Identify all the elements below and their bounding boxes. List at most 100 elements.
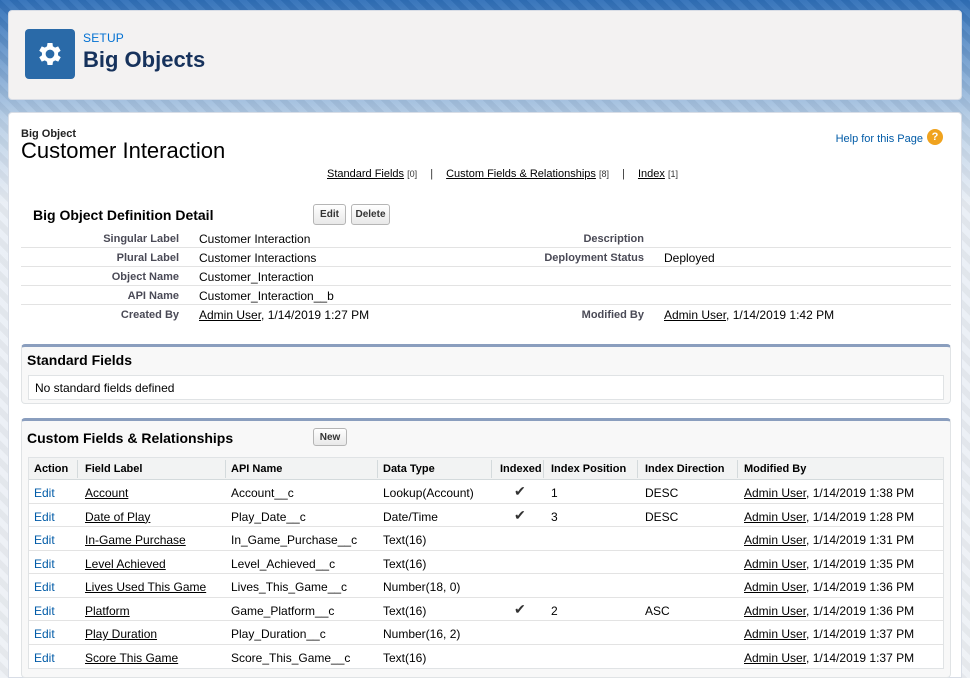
standard-fields-title: Standard Fields xyxy=(27,352,133,368)
page-header: SETUP Big Objects xyxy=(8,10,962,100)
setup-breadcrumb[interactable]: SETUP xyxy=(83,31,124,45)
object-name-label: Object Name xyxy=(111,271,179,283)
edit-link[interactable]: Edit xyxy=(34,533,55,547)
col-indexed[interactable]: Indexed xyxy=(500,463,542,475)
edit-link[interactable]: Edit xyxy=(34,486,55,500)
data-type-cell: Text(16) xyxy=(383,533,427,547)
column-divider xyxy=(491,460,492,478)
created-by-value: Admin User, 1/14/2019 1:27 PM xyxy=(199,308,369,322)
field-label-link[interactable]: Lives Used This Game xyxy=(85,580,206,594)
column-divider xyxy=(225,460,226,478)
col-index-direction[interactable]: Index Direction xyxy=(645,463,724,475)
table-row: Edit Date of Play Play_Date__c Date/Time 3 DE… xyxy=(29,504,943,527)
col-action[interactable]: Action xyxy=(34,463,68,475)
link-custom-fields[interactable]: Custom Fields & Relationships xyxy=(446,168,596,180)
field-label-link[interactable]: Level Achieved xyxy=(85,557,166,571)
table-row: Edit Score This Game Score_This_Game__c Tex… xyxy=(29,645,943,669)
table-row: Edit In-Game Purchase In_Game_Purchase__c T… xyxy=(29,527,943,551)
field-label-link[interactable]: Play Duration xyxy=(85,627,157,641)
modified-date: , 1/14/2019 1:28 PM xyxy=(806,509,915,524)
modified-by-cell: Admin User, 1/14/2019 1:35 PM xyxy=(744,557,914,571)
modified-by-user-link[interactable]: Admin User xyxy=(744,627,806,641)
data-type-cell: Text(16) xyxy=(383,556,427,571)
link-standard-fields[interactable]: Standard Fields xyxy=(327,168,404,180)
modified-by-user-link[interactable]: Admin User xyxy=(664,308,726,322)
field-label-link[interactable]: Platform xyxy=(85,604,130,618)
modified-by-cell: Admin User, 1/14/2019 1:36 PM xyxy=(744,604,914,618)
modified-date: , 1/14/2019 1:35 PM xyxy=(806,556,915,571)
singular-label-value: Customer Interaction xyxy=(199,232,311,246)
custom-fields-title: Custom Fields & Relationships xyxy=(27,430,234,446)
created-by-date: , 1/14/2019 1:27 PM xyxy=(261,308,370,322)
field-label-link[interactable]: Date of Play xyxy=(85,510,150,524)
standard-fields-count: [0] xyxy=(407,169,418,179)
delete-button[interactable]: Delete xyxy=(351,204,390,225)
index-direction-cell: ASC xyxy=(645,603,670,618)
data-type-cell: Number(18, 0) xyxy=(383,580,461,594)
col-modified-by[interactable]: Modified By xyxy=(744,463,806,475)
api-name-cell: Account__c xyxy=(231,486,294,500)
api-name-cell: Level_Achieved__c xyxy=(231,556,336,571)
edit-link[interactable]: Edit xyxy=(34,557,55,571)
modified-by-user-link[interactable]: Admin User xyxy=(744,533,806,547)
modified-by-cell: Admin User, 1/14/2019 1:38 PM xyxy=(744,486,914,500)
edit-link[interactable]: Edit xyxy=(34,651,55,665)
modified-by-user-link[interactable]: Admin User xyxy=(744,651,806,665)
related-list-links: Standard Fields [0] | Custom Fields & Re… xyxy=(327,168,678,180)
modified-date: , 1/14/2019 1:36 PM xyxy=(806,580,915,594)
index-position-cell: 2 xyxy=(551,603,558,618)
modified-by-value: Admin User, 1/14/2019 1:42 PM xyxy=(664,308,834,322)
modified-by-user-link[interactable]: Admin User xyxy=(744,604,806,618)
modified-by-date: , 1/14/2019 1:42 PM xyxy=(726,308,835,322)
index-direction-cell: DESC xyxy=(645,509,679,524)
created-by-user-link[interactable]: Admin User xyxy=(199,308,261,322)
detail-row: API Name Customer_Interaction__b xyxy=(21,286,951,305)
deployment-status-label: Deployment Status xyxy=(544,252,644,264)
custom-fields-section: Custom Fields & Relationships New Action… xyxy=(21,418,951,678)
link-index[interactable]: Index xyxy=(638,168,665,180)
table-row: Edit Lives Used This Game Lives_This_Game_… xyxy=(29,574,943,598)
help-icon[interactable]: ? xyxy=(927,129,943,145)
modified-by-user-link[interactable]: Admin User xyxy=(744,510,806,524)
edit-link[interactable]: Edit xyxy=(34,604,55,618)
modified-by-user-link[interactable]: Admin User xyxy=(744,580,806,594)
object-name-value: Customer_Interaction xyxy=(199,270,314,284)
col-data-type[interactable]: Data Type xyxy=(383,463,435,475)
api-name-cell: Play_Duration__c xyxy=(231,627,326,641)
field-label-link[interactable]: Score This Game xyxy=(85,651,178,665)
col-api-name[interactable]: API Name xyxy=(231,463,282,475)
plural-label-label: Plural Label xyxy=(116,252,179,264)
modified-by-cell: Admin User, 1/14/2019 1:37 PM xyxy=(744,627,914,641)
data-type-cell: Number(16, 2) xyxy=(383,627,461,641)
modified-by-user-link[interactable]: Admin User xyxy=(744,486,806,500)
description-label: Description xyxy=(583,233,644,245)
detail-row: Plural Label Customer Interactions Deplo… xyxy=(21,248,951,267)
col-field-label[interactable]: Field Label xyxy=(85,463,142,475)
standard-fields-section: Standard Fields No standard fields defin… xyxy=(21,344,951,404)
index-count: [1] xyxy=(667,169,678,179)
modified-date: , 1/14/2019 1:38 PM xyxy=(806,486,915,500)
modified-by-label: Modified By xyxy=(581,309,644,321)
field-label-link[interactable]: Account xyxy=(85,486,128,500)
api-name-cell: Lives_This_Game__c xyxy=(231,580,348,594)
data-type-cell: Text(16) xyxy=(383,650,427,665)
deployment-status-value: Deployed xyxy=(664,251,715,265)
help-link[interactable]: Help for this Page xyxy=(836,133,923,145)
col-index-position[interactable]: Index Position xyxy=(551,463,626,475)
gear-icon xyxy=(25,29,75,79)
modified-by-user-link[interactable]: Admin User xyxy=(744,557,806,571)
api-name-cell: Play_Date__c xyxy=(231,509,306,524)
detail-row: Object Name Customer_Interaction xyxy=(21,267,951,286)
indexed-check-icon: ✔ xyxy=(514,600,526,617)
edit-link[interactable]: Edit xyxy=(34,510,55,524)
edit-button[interactable]: Edit xyxy=(313,204,346,225)
modified-by-cell: Admin User, 1/14/2019 1:36 PM xyxy=(744,580,914,594)
modified-date: , 1/14/2019 1:37 PM xyxy=(806,650,915,665)
table-header: Action Field Label API Name Data Type In… xyxy=(29,458,943,480)
table-row: Edit Level Achieved Level_Achieved__c Text(… xyxy=(29,551,943,574)
edit-link[interactable]: Edit xyxy=(34,627,55,641)
field-label-link[interactable]: In-Game Purchase xyxy=(85,533,186,547)
edit-link[interactable]: Edit xyxy=(34,580,55,594)
index-direction-cell: DESC xyxy=(645,486,679,500)
new-field-button[interactable]: New xyxy=(313,428,347,446)
